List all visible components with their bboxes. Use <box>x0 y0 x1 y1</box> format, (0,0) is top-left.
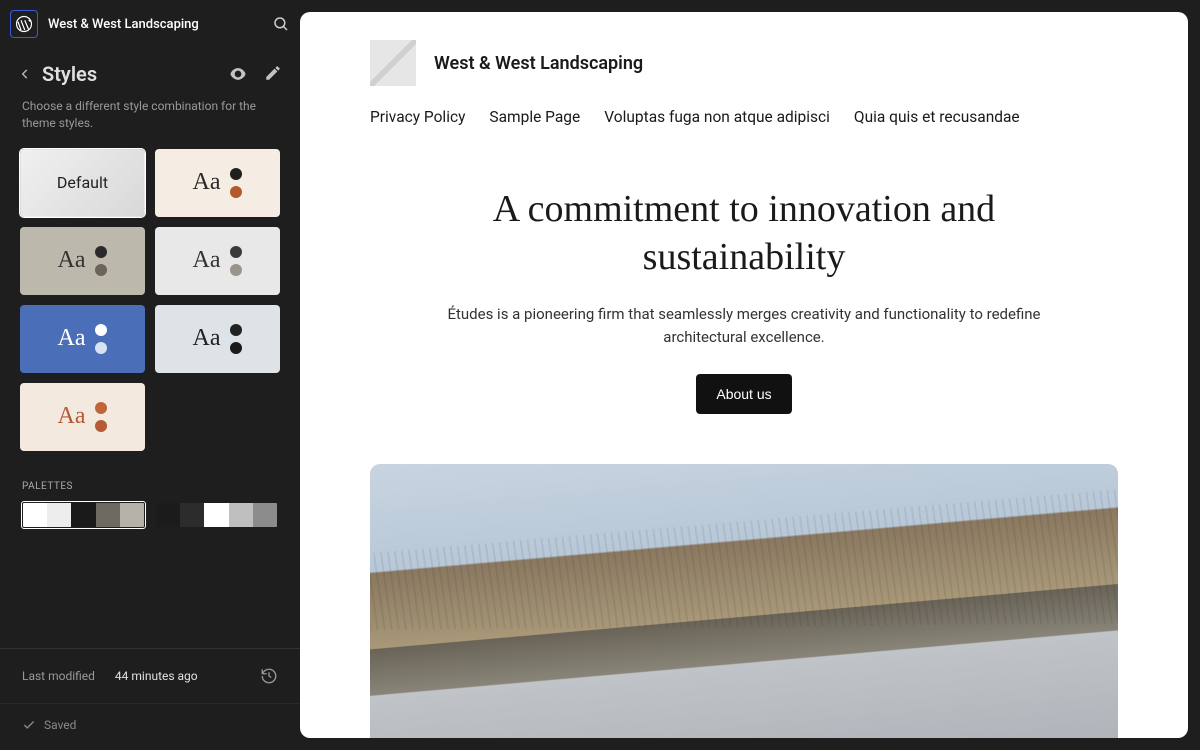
last-modified-label: Last modified <box>22 669 95 683</box>
variation-color-dots <box>230 324 242 354</box>
style-variation-card[interactable]: Aa <box>155 227 280 295</box>
variation-color-dots <box>95 402 107 432</box>
style-variation-card[interactable]: Default <box>20 149 145 217</box>
nav-link[interactable]: Privacy Policy <box>370 108 465 126</box>
primary-nav: Privacy Policy Sample Page Voluptas fuga n… <box>370 108 1118 126</box>
style-variation-card[interactable]: Aa <box>155 305 280 373</box>
last-modified-row: Last modified 44 minutes ago <box>0 648 300 703</box>
last-modified-value: 44 minutes ago <box>115 669 240 683</box>
color-swatch <box>229 503 253 527</box>
color-swatch <box>204 503 228 527</box>
hero-body[interactable]: Études is a pioneering firm that seamles… <box>424 303 1064 350</box>
style-variations-grid: Default Aa Aa Aa Aa Aa Aa <box>0 149 300 451</box>
variation-aa-label: Aa <box>193 325 221 352</box>
site-brand: West & West Landscaping <box>370 40 1118 86</box>
top-bar: West & West Landscaping <box>0 0 300 48</box>
color-swatch <box>96 503 120 527</box>
palettes-section: PALETTES <box>0 451 300 538</box>
styles-header: Styles <box>0 48 300 94</box>
nav-link[interactable]: Quia quis et recusandae <box>854 108 1020 126</box>
variation-color-dots <box>95 324 107 354</box>
variation-aa-label: Aa <box>58 325 86 352</box>
color-swatch <box>156 503 180 527</box>
about-us-button[interactable]: About us <box>696 374 791 414</box>
color-swatch <box>23 503 47 527</box>
variation-color-dots <box>95 246 107 276</box>
editor-sidebar: West & West Landscaping Styles Choose a … <box>0 0 300 750</box>
panel-description: Choose a different style combination for… <box>0 94 300 149</box>
eye-icon[interactable] <box>228 64 248 84</box>
palette-option[interactable] <box>155 502 278 528</box>
nav-link[interactable]: Sample Page <box>489 108 580 126</box>
check-icon <box>22 718 36 732</box>
variation-color-dots <box>230 246 242 276</box>
color-swatch <box>120 503 144 527</box>
nav-link[interactable]: Voluptas fuga non atque adipisci <box>604 108 830 126</box>
palette-option[interactable] <box>22 502 145 528</box>
variation-aa-label: Aa <box>193 169 221 196</box>
wordpress-logo[interactable] <box>10 10 38 38</box>
hero-image[interactable] <box>370 464 1118 739</box>
panel-title: Styles <box>42 62 218 86</box>
style-variation-card[interactable]: Aa <box>155 149 280 217</box>
site-name[interactable]: West & West Landscaping <box>48 17 262 32</box>
style-variation-card[interactable]: Aa <box>20 383 145 451</box>
site-brand-name[interactable]: West & West Landscaping <box>434 53 643 74</box>
style-variation-card[interactable]: Aa <box>20 305 145 373</box>
site-logo-placeholder[interactable] <box>370 40 416 86</box>
palette-row <box>22 502 278 528</box>
variation-aa-label: Aa <box>193 247 221 274</box>
variation-aa-label: Aa <box>58 247 86 274</box>
preview-canvas: West & West Landscaping Privacy Policy Sa… <box>300 12 1188 738</box>
search-icon[interactable] <box>272 15 290 33</box>
palettes-label: PALETTES <box>22 481 278 492</box>
hero-title[interactable]: A commitment to innovation and sustainab… <box>424 186 1064 281</box>
edit-icon[interactable] <box>264 64 282 84</box>
preview-page: West & West Landscaping Privacy Policy Sa… <box>300 12 1188 414</box>
color-swatch <box>71 503 95 527</box>
variation-aa-label: Aa <box>58 403 86 430</box>
color-swatch <box>47 503 71 527</box>
saved-status: Saved <box>0 703 300 750</box>
style-variation-card[interactable]: Aa <box>20 227 145 295</box>
color-swatch <box>253 503 277 527</box>
hero-section: A commitment to innovation and sustainab… <box>424 186 1064 414</box>
color-swatch <box>180 503 204 527</box>
saved-label: Saved <box>44 718 76 732</box>
variation-color-dots <box>230 168 242 198</box>
revisions-icon[interactable] <box>260 667 278 685</box>
back-icon[interactable] <box>18 67 32 81</box>
